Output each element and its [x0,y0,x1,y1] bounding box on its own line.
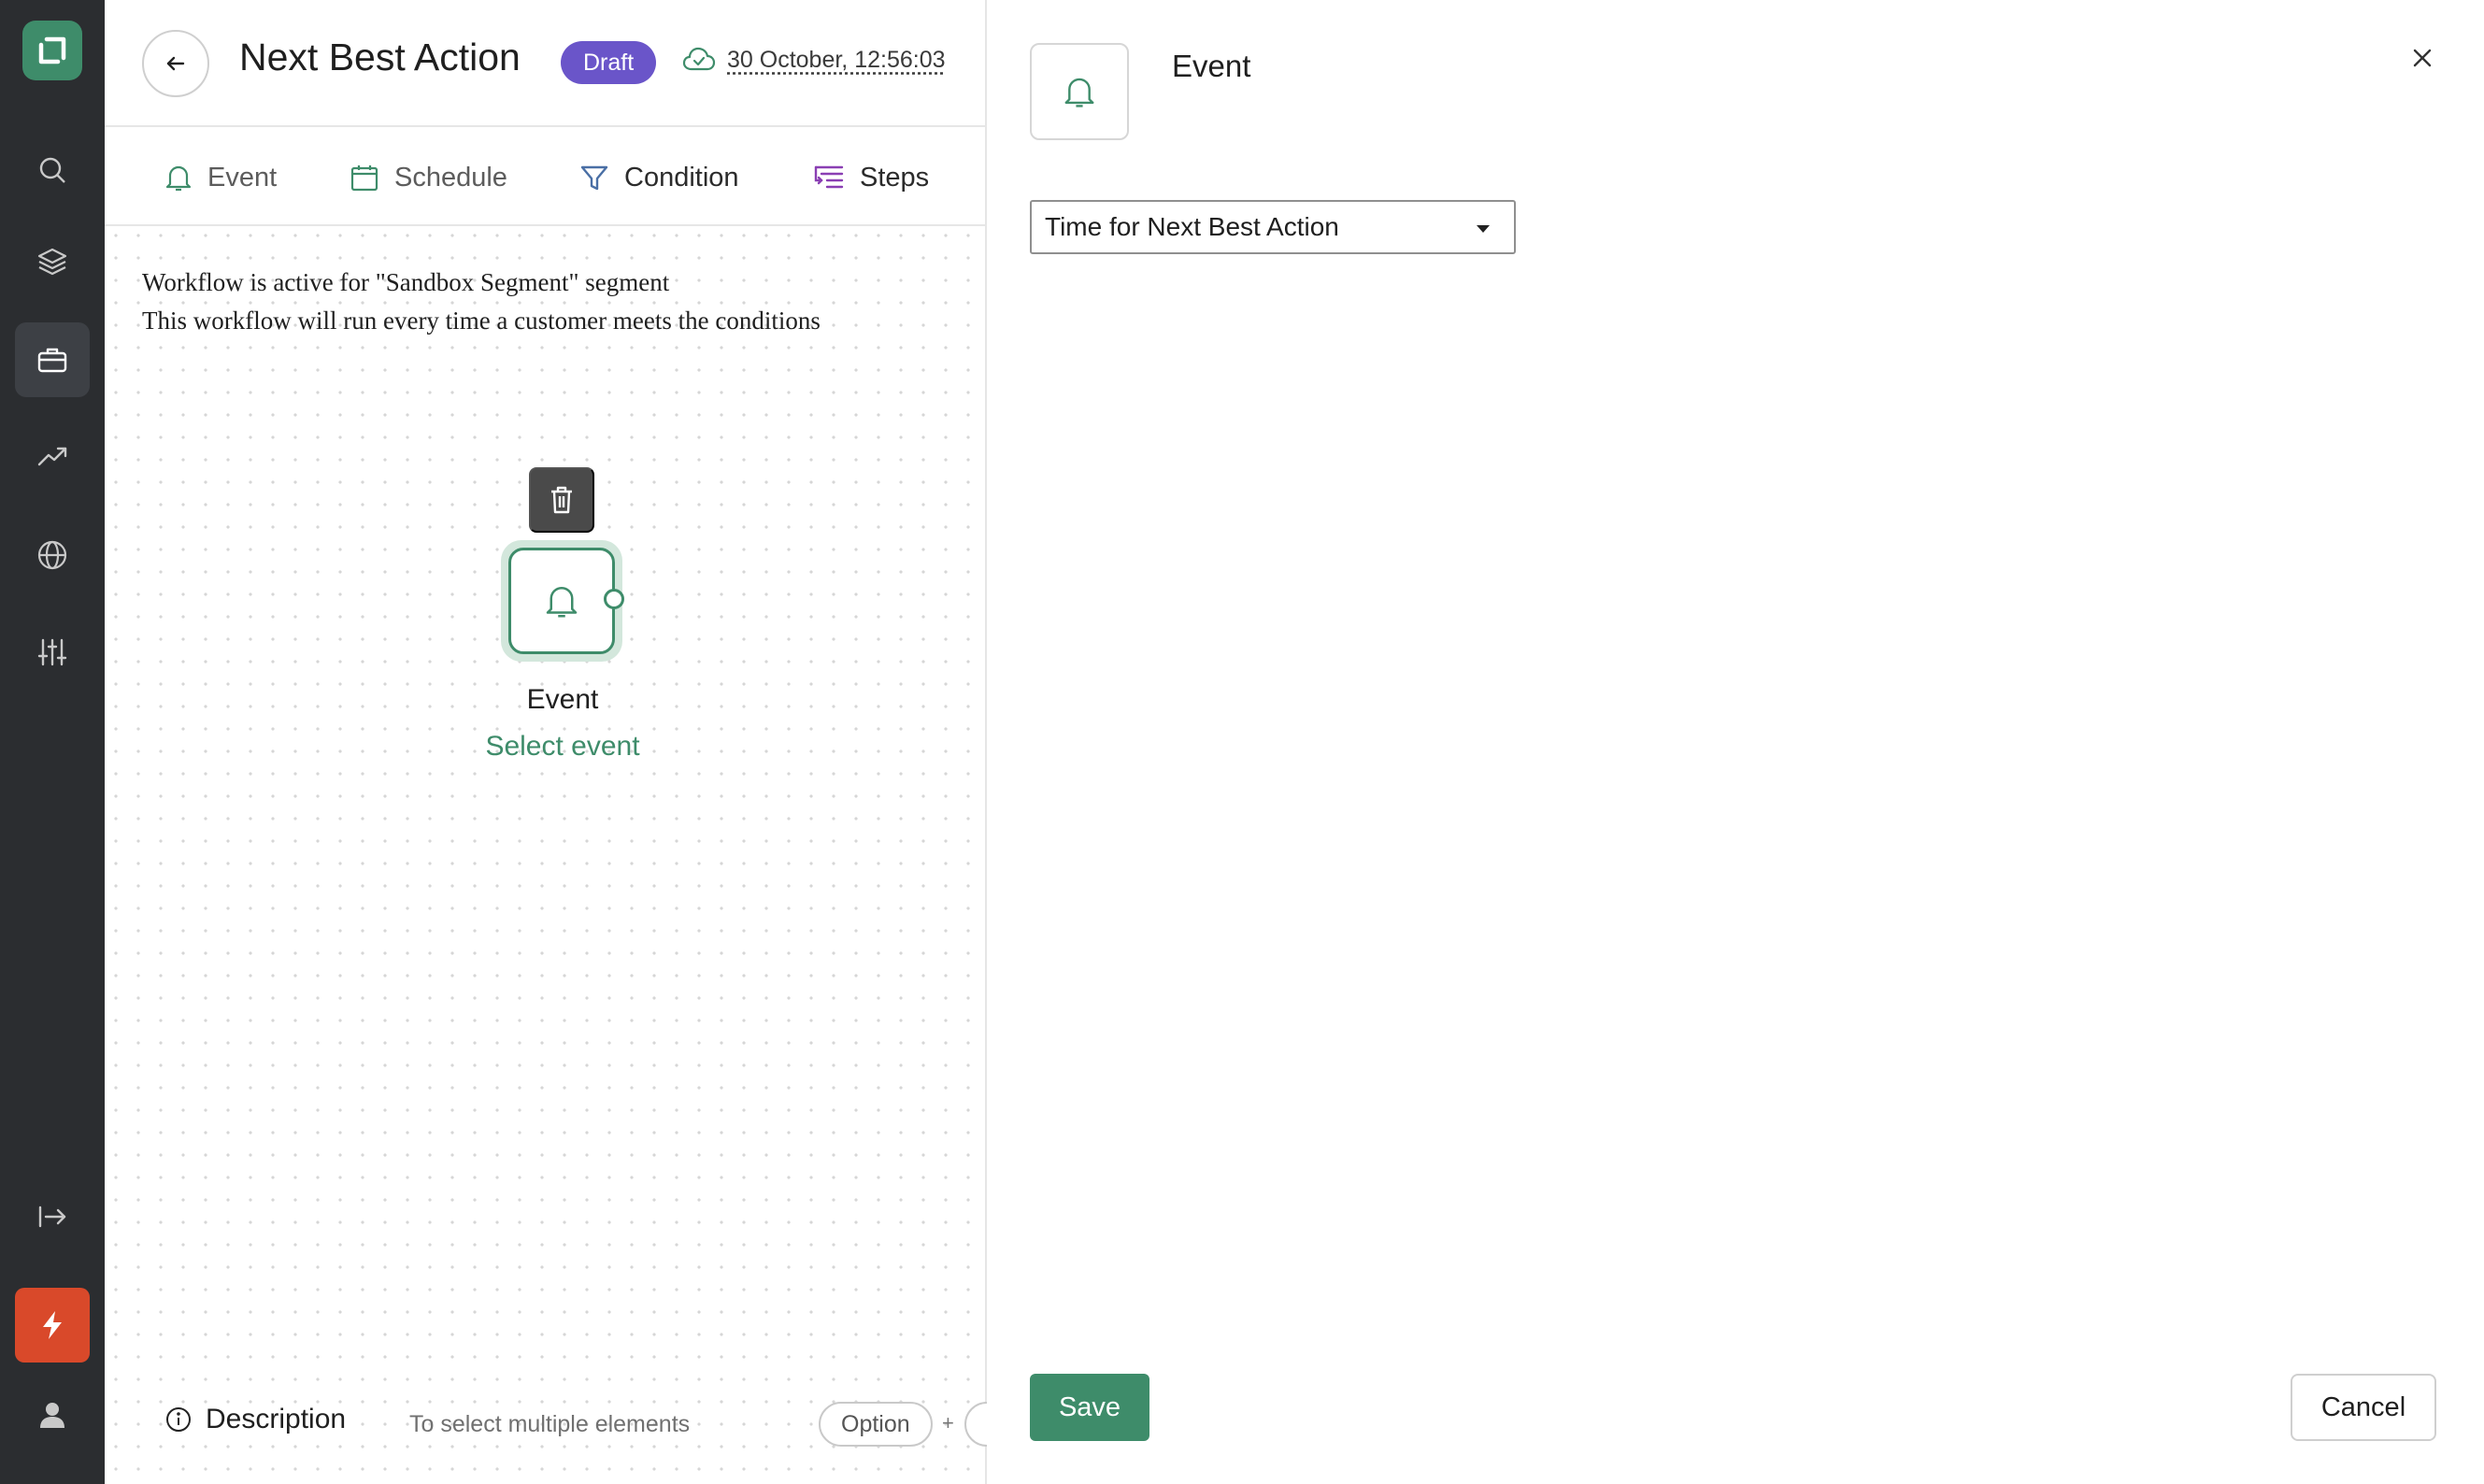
key-option: Option [819,1402,933,1447]
tab-label: Condition [624,162,739,193]
sliders-icon[interactable] [15,615,90,690]
user-icon[interactable] [15,1377,90,1452]
event-node[interactable] [508,548,615,654]
status-badge: Draft [561,41,657,84]
tab-steps[interactable]: Steps [813,129,929,226]
editor-header: Next Best Action Draft 30 October, 12:56… [105,0,985,127]
editor-tabs: Event Schedule Condition Steps [105,129,985,226]
panel-icon [1030,43,1129,140]
info-icon [166,1407,191,1432]
note-line: Workflow is active for "Sandbox Segment"… [142,268,670,296]
calendar-icon [350,165,378,192]
app-logo-icon[interactable] [22,21,82,80]
collapse-arrow-icon[interactable] [15,1179,90,1254]
description-label: Description [206,1404,347,1434]
back-button[interactable] [142,30,209,97]
delete-node-button[interactable] [529,467,594,533]
caret-down-icon [1477,225,1490,233]
briefcase-icon[interactable] [15,322,90,397]
trend-icon[interactable] [15,419,90,493]
description-button[interactable]: Description [164,1404,347,1435]
select-value: Time for Next Best Action [1045,212,1339,241]
select-event-link[interactable]: Select event [422,731,703,763]
cloud-check-icon [682,47,716,71]
tab-condition[interactable]: Condition [579,129,739,226]
tab-label: Steps [860,162,930,193]
multi-select-hint: To select multiple elements [409,1411,691,1437]
layers-icon[interactable] [15,224,90,299]
workflow-editor: Next Best Action Draft 30 October, 12:56… [105,0,1061,1484]
key-plus: + [942,1411,954,1434]
note-line: This workflow will run every time a cust… [142,307,821,335]
close-icon [2413,49,2432,67]
panel-title: Event [1172,49,1251,83]
sidebar [0,0,105,1484]
tab-label: Event [207,162,278,193]
arrow-left-icon [166,56,185,71]
event-type-select[interactable]: Time for Next Best Action [1030,200,1516,254]
tab-event[interactable]: Event [164,129,277,226]
node-label: Event [526,684,599,715]
workflow-status-note: Workflow is active for "Sandbox Segment"… [142,264,821,340]
globe-icon[interactable] [15,518,90,592]
filter-icon [580,165,608,191]
node-output-port[interactable] [604,589,624,609]
steps-icon [814,165,844,189]
last-saved-timestamp[interactable]: 30 October, 12:56:03 [727,47,946,74]
save-button[interactable]: Save [1030,1374,1149,1441]
page-title: Next Best Action [239,36,521,78]
bell-icon [165,165,192,192]
app-root: Next Best Action Draft 30 October, 12:56… [0,0,2484,1484]
search-icon[interactable] [15,133,90,207]
trash-icon [551,486,572,514]
event-settings-panel: Event Time for Next Best Action Save Can… [987,0,2484,1484]
bolt-icon[interactable] [15,1288,90,1363]
close-button[interactable] [2405,41,2439,75]
bell-icon [546,587,578,618]
tab-schedule[interactable]: Schedule [350,129,507,226]
cancel-button[interactable]: Cancel [2291,1374,2436,1441]
bell-icon [1064,78,1094,107]
tab-label: Schedule [394,162,507,193]
